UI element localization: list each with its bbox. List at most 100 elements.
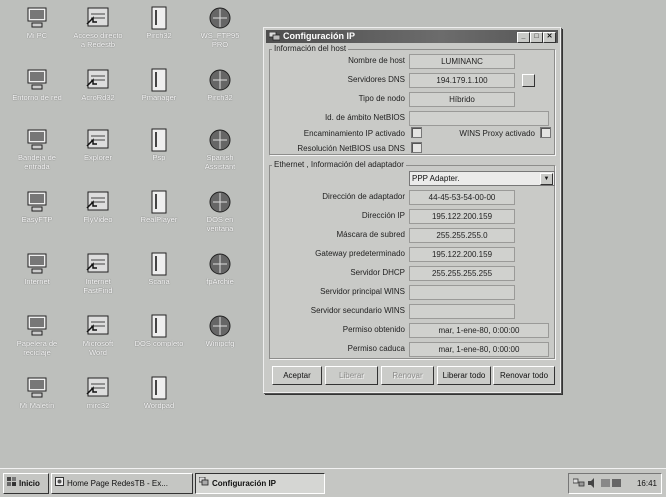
network-neighborhood-icon	[24, 68, 50, 92]
desktop-shortcut[interactable]: Acceso directo a Redestb	[67, 6, 129, 49]
desktop-shortcut[interactable]: Pirch32	[128, 6, 190, 41]
ip-address-label: Dirección IP	[361, 211, 405, 220]
adapter-address-label: Dirección de adaptador	[322, 192, 405, 201]
wins-primary-value	[409, 285, 515, 300]
dns-more-button[interactable]	[522, 74, 535, 87]
psp-icon	[146, 128, 172, 152]
desktop-shortcut-label: Psp	[152, 153, 166, 162]
desktop-shortcut-label: Scana	[148, 277, 170, 286]
minimize-button[interactable]: _	[517, 32, 530, 43]
desktop-shortcut[interactable]: WS_FTP95 PRO	[189, 6, 251, 49]
dns-servers-label: Servidores DNS	[347, 75, 405, 84]
winipcfg-icon	[207, 314, 233, 338]
taskbar-task-homepage[interactable]: Home Page RedesTB - Ex...	[51, 473, 193, 494]
accept-button[interactable]: Aceptar	[272, 366, 322, 385]
desktop-shortcut-label: Mi Maletín	[19, 401, 55, 410]
dhcp-server-value: 255.255.255.255	[409, 266, 515, 281]
desktop-shortcut[interactable]: Pmanager	[128, 68, 190, 103]
my-briefcase-icon	[24, 376, 50, 400]
desktop-shortcut[interactable]: Scana	[128, 252, 190, 287]
desktop-shortcut[interactable]: Wordpad	[128, 376, 190, 411]
wins-primary-label: Servidor principal WINS	[320, 287, 405, 296]
netbios-scope-value	[409, 111, 549, 126]
input-method-tray-icon[interactable]	[601, 478, 623, 490]
clock: 16:41	[636, 479, 657, 488]
adapter-address-value: 44-45-53-54-00-00	[409, 190, 515, 205]
node-type-label: Tipo de nodo	[358, 94, 405, 103]
netbios-dns-label: Resolución NetBIOS usa DNS	[297, 144, 405, 153]
host-name-label: Nombre de host	[348, 56, 405, 65]
release-all-button[interactable]: Liberar todo	[437, 366, 491, 385]
desktop-shortcut[interactable]: Mi Maletín	[6, 376, 68, 411]
desktop-shortcut[interactable]: Pirch32	[189, 68, 251, 103]
desktop-shortcut-label: Explorer	[84, 153, 112, 162]
desktop-shortcut-label: fpArchie	[206, 277, 234, 286]
mirc32-icon	[85, 376, 111, 400]
desktop-shortcut[interactable]: DOS completo	[128, 314, 190, 349]
taskbar-task-ipconfig[interactable]: Configuración IP	[195, 473, 325, 494]
ip-config-dialog: Configuración IP _ □ ✕ Información del h…	[263, 27, 561, 393]
desktop-shortcut[interactable]: AcroRd32	[67, 68, 129, 103]
release-button[interactable]: Liberar	[325, 366, 378, 385]
desktop-shortcut[interactable]: Spanish Assistant	[189, 128, 251, 171]
pirch32-second-icon	[207, 68, 233, 92]
desktop-shortcut[interactable]: fpArchie	[189, 252, 251, 287]
desktop-shortcut[interactable]: Internet	[6, 252, 68, 287]
desktop-shortcut-label: Internet FastFind	[83, 277, 113, 295]
desktop-shortcut-label: Spanish Assistant	[204, 153, 236, 171]
dns-servers-value: 194.179.1.100	[409, 73, 515, 88]
wins-secondary-value	[409, 304, 515, 319]
gateway-label: Gateway predeterminado	[315, 249, 405, 258]
desktop-shortcut-label: EasyFTP	[21, 215, 53, 224]
adapter-select[interactable]: PPP Adapter. ▼	[409, 171, 555, 186]
wins-secondary-label: Servidor secundario WINS	[310, 306, 405, 315]
desktop-shortcut-label: RealPlayer	[140, 215, 178, 224]
desktop-shortcut[interactable]: EasyFTP	[6, 190, 68, 225]
fparchie-icon	[207, 252, 233, 276]
scana-icon	[146, 252, 172, 276]
desktop-shortcut-label: DOS completo	[134, 339, 184, 348]
acrord32-icon	[85, 68, 111, 92]
maximize-button[interactable]: □	[530, 32, 543, 43]
desktop-shortcut[interactable]: RealPlayer	[128, 190, 190, 225]
desktop-shortcut-label: FlyVideo	[83, 215, 113, 224]
ip-address-value: 195.122.200.159	[409, 209, 515, 224]
desktop-shortcut[interactable]: Winipcfg	[189, 314, 251, 349]
desktop-shortcut[interactable]: Psp	[128, 128, 190, 163]
desktop-shortcut[interactable]: FlyVideo	[67, 190, 129, 225]
renew-button[interactable]: Renovar	[381, 366, 434, 385]
desktop-shortcut[interactable]: Microsoft Word	[67, 314, 129, 357]
ip-routing-label: Encaminamiento IP activado	[303, 129, 405, 138]
close-button[interactable]: ✕	[543, 32, 556, 43]
pmanager-icon	[146, 68, 172, 92]
shortcut-redestb-icon	[85, 6, 111, 30]
desktop-shortcut-label: Pirch32	[146, 31, 172, 40]
desktop-shortcut[interactable]: Bandeja de entrada	[6, 128, 68, 171]
gateway-value: 195.122.200.159	[409, 247, 515, 262]
desktop-shortcut-label: Wordpad	[143, 401, 175, 410]
desktop-shortcut[interactable]: Mi PC	[6, 6, 68, 41]
desktop-shortcut[interactable]: Internet FastFind	[67, 252, 129, 295]
desktop-shortcut-label: Microsoft Word	[82, 339, 114, 357]
desktop-shortcut[interactable]: Papelera de reciclaje	[6, 314, 68, 357]
lease-obtained-label: Permiso obtenido	[342, 325, 405, 334]
dialog-titlebar[interactable]: Configuración IP _ □ ✕	[266, 30, 558, 43]
chevron-down-icon[interactable]: ▼	[540, 173, 553, 185]
desktop-shortcut[interactable]: DOS en ventana	[189, 190, 251, 233]
explorer-icon	[85, 128, 111, 152]
desktop-shortcut-label: DOS en ventana	[206, 215, 234, 233]
desktop-shortcut-label: Bandeja de entrada	[18, 153, 56, 171]
desktop-shortcut[interactable]: Explorer	[67, 128, 129, 163]
desktop-shortcut[interactable]: mirc32	[67, 376, 129, 411]
start-button[interactable]: Inicio	[3, 473, 49, 494]
netbios-dns-checkbox	[411, 142, 422, 153]
wins-proxy-checkbox	[540, 127, 551, 138]
wordpad-icon	[146, 376, 172, 400]
host-name-value: LUMINANC	[409, 54, 515, 69]
desktop-shortcut[interactable]: Entorno de red	[6, 68, 68, 103]
dialup-tray-icon[interactable]	[572, 478, 585, 490]
renew-all-button[interactable]: Renovar todo	[493, 366, 555, 385]
internet-fastfind-icon	[85, 252, 111, 276]
pirch32-icon	[146, 6, 172, 30]
volume-tray-icon[interactable]	[588, 478, 598, 490]
